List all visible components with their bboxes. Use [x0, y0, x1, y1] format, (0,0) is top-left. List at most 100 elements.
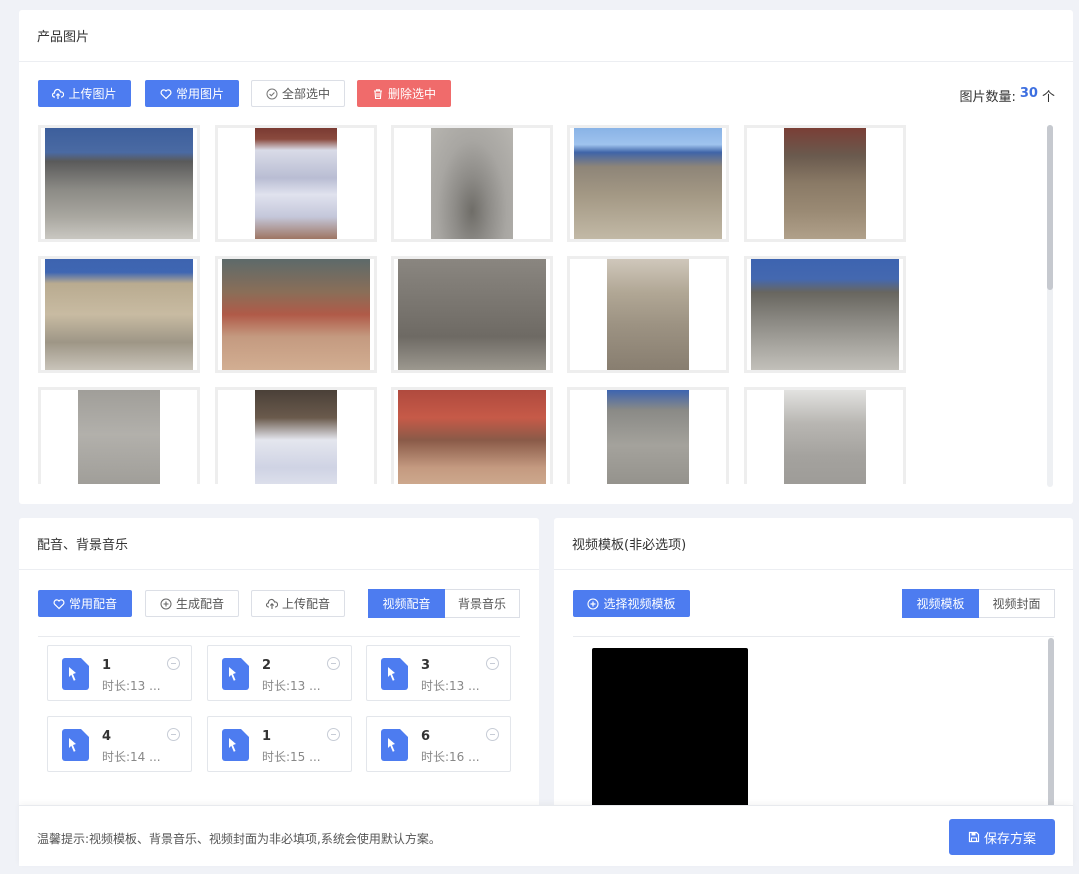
- image-grid-scrollbar[interactable]: [1047, 125, 1053, 487]
- product-image[interactable]: [567, 125, 729, 242]
- product-photo: [45, 128, 193, 239]
- audio-title: 配音、背景音乐: [37, 538, 129, 553]
- audio-item[interactable]: 6 时长:16 ...: [366, 716, 511, 772]
- heart-icon: [160, 88, 172, 100]
- image-count-value: 30: [1019, 86, 1038, 101]
- tab-background-music[interactable]: 背景音乐: [445, 589, 520, 618]
- common-images-button[interactable]: 常用图片: [145, 80, 239, 107]
- remove-circle-icon[interactable]: [486, 657, 499, 670]
- tab-video-template[interactable]: 视频模板: [902, 589, 979, 618]
- common-voice-button[interactable]: 常用配音: [38, 590, 132, 617]
- product-image[interactable]: [744, 256, 906, 373]
- product-image[interactable]: [744, 387, 906, 484]
- audio-file-icon: [381, 729, 408, 761]
- product-photo: [607, 390, 689, 484]
- video-scroll-thumb[interactable]: [1048, 638, 1054, 818]
- image-count: 图片数量: 30 个: [960, 86, 1056, 105]
- product-photo: [45, 259, 193, 370]
- select-video-template-label: 选择视频模板: [603, 597, 676, 611]
- upload-voice-button[interactable]: 上传配音: [251, 590, 345, 617]
- audio-item-name: 1: [262, 729, 272, 744]
- remove-circle-icon[interactable]: [167, 728, 180, 741]
- audio-header: 配音、背景音乐: [19, 518, 539, 570]
- plus-circle-icon: [160, 598, 172, 610]
- remove-circle-icon[interactable]: [486, 728, 499, 741]
- product-image[interactable]: [38, 387, 200, 484]
- trash-icon: [372, 88, 384, 100]
- audio-item-name: 2: [262, 658, 272, 673]
- product-image[interactable]: [215, 256, 377, 373]
- delete-selected-button[interactable]: 删除选中: [357, 80, 451, 107]
- audio-item-duration: 时长:16 ...: [421, 750, 480, 764]
- check-circle-icon: [266, 88, 278, 100]
- remove-circle-icon[interactable]: [167, 657, 180, 670]
- product-photo: [751, 259, 899, 370]
- audio-item-duration: 时长:15 ...: [262, 750, 321, 764]
- video-preview[interactable]: [592, 648, 748, 818]
- plus-circle-icon: [587, 597, 600, 610]
- video-scrollbar[interactable]: [1048, 638, 1054, 818]
- audio-item-name: 3: [421, 658, 431, 673]
- video-divider: [573, 636, 1054, 637]
- video-template-card: 视频模板(非必选项) 选择视频模板 视频模板 视频封面: [554, 518, 1073, 818]
- product-photo: [398, 259, 546, 370]
- cloud-upload-icon: [52, 88, 65, 100]
- footer-bar: 温馨提示:视频模板、背景音乐、视频封面为非必填项,系统会使用默认方案。 保存方案: [19, 805, 1073, 866]
- product-image[interactable]: [391, 387, 553, 484]
- generate-voice-button[interactable]: 生成配音: [145, 590, 239, 617]
- product-image[interactable]: [744, 125, 906, 242]
- audio-item-name: 1: [102, 658, 112, 673]
- audio-item-name: 4: [102, 729, 112, 744]
- product-photo: [784, 128, 866, 239]
- upload-image-label: 上传图片: [68, 87, 117, 101]
- product-image[interactable]: [391, 125, 553, 242]
- image-grid-scroll-thumb[interactable]: [1047, 125, 1053, 290]
- product-photo: [574, 128, 722, 239]
- heart-icon: [53, 598, 65, 610]
- product-images-title: 产品图片: [37, 30, 90, 45]
- select-all-label: 全部选中: [281, 87, 330, 101]
- product-image[interactable]: [567, 387, 729, 484]
- image-count-unit: 个: [1041, 90, 1055, 105]
- audio-item[interactable]: 1 时长:15 ...: [207, 716, 352, 772]
- save-plan-label: 保存方案: [983, 831, 1036, 847]
- product-image[interactable]: [567, 256, 729, 373]
- upload-image-button[interactable]: 上传图片: [38, 80, 131, 107]
- audio-item-duration: 时长:14 ...: [102, 750, 161, 764]
- audio-item[interactable]: 4 时长:14 ...: [47, 716, 192, 772]
- product-image[interactable]: [38, 125, 200, 242]
- remove-circle-icon[interactable]: [327, 657, 340, 670]
- video-template-title: 视频模板(非必选项): [572, 538, 687, 553]
- audio-item[interactable]: 3 时长:13 ...: [366, 645, 511, 701]
- select-all-button[interactable]: 全部选中: [251, 80, 345, 107]
- image-count-label: 图片数量:: [959, 90, 1016, 105]
- product-photo: [255, 390, 337, 484]
- image-grid: [38, 125, 1038, 484]
- remove-circle-icon[interactable]: [327, 728, 340, 741]
- product-photo: [784, 390, 866, 484]
- save-plan-button[interactable]: 保存方案: [949, 819, 1055, 855]
- product-image[interactable]: [215, 387, 377, 484]
- product-photo: [255, 128, 337, 239]
- product-images-header: 产品图片: [19, 10, 1073, 62]
- video-template-header: 视频模板(非必选项): [554, 518, 1073, 570]
- audio-tabs: 视频配音 背景音乐: [368, 589, 520, 618]
- save-icon: [968, 831, 980, 843]
- product-photo: [222, 259, 370, 370]
- audio-divider: [38, 636, 520, 637]
- tab-video-cover[interactable]: 视频封面: [979, 589, 1055, 618]
- audio-item[interactable]: 1 时长:13 ...: [47, 645, 192, 701]
- product-image[interactable]: [38, 256, 200, 373]
- audio-item-duration: 时长:13 ...: [421, 679, 480, 693]
- footer-tip: 温馨提示:视频模板、背景音乐、视频封面为非必填项,系统会使用默认方案。: [37, 832, 441, 846]
- common-images-label: 常用图片: [175, 87, 224, 101]
- audio-item[interactable]: 2 时长:13 ...: [207, 645, 352, 701]
- select-video-template-button[interactable]: 选择视频模板: [573, 590, 690, 617]
- product-photo: [607, 259, 689, 370]
- product-image[interactable]: [391, 256, 553, 373]
- tab-video-voice[interactable]: 视频配音: [368, 589, 445, 618]
- audio-file-icon: [222, 658, 249, 690]
- product-photo: [398, 390, 546, 484]
- audio-file-icon: [62, 658, 89, 690]
- product-image[interactable]: [215, 125, 377, 242]
